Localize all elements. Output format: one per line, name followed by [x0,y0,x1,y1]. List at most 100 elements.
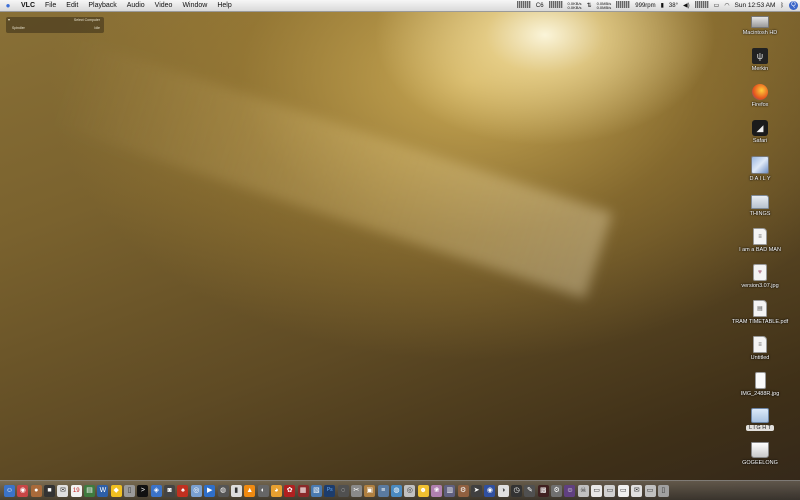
desktop-icon-untitled[interactable]: ≡ Untitled [720,336,800,361]
box-icon[interactable]: ▣ [364,484,376,497]
mail-icon[interactable]: ✉ [57,484,69,497]
film-icon[interactable]: ▩ [537,484,549,497]
smiley-icon[interactable]: ☻ [417,484,429,497]
disc-icon[interactable]: ◌ [337,484,349,497]
cd-icon[interactable]: ◎ [404,484,416,497]
cpu-monitor-icon[interactable] [516,1,531,10]
vlc-icon[interactable]: ▲ [244,484,256,497]
network-down: 0.0KB/s [567,4,582,10]
people-icon[interactable]: ☺ [564,484,576,497]
desktop-icon-things[interactable]: THINGS [720,192,800,217]
sphere-app-icon[interactable]: ● [30,484,42,497]
stack-icon[interactable]: ≡ [377,484,389,497]
wifi-icon[interactable]: ◠ [724,2,729,9]
quicktime-icon[interactable]: ▶ [204,484,216,497]
dark-app-icon[interactable]: ■ [44,484,56,497]
word-icon[interactable]: W [97,484,109,497]
desktop-icon-bad-man[interactable]: ≡ I am a BAD MAN [720,228,800,253]
grid-app-icon[interactable]: ▦ [297,484,309,497]
radio-icon[interactable]: ◍ [217,484,229,497]
ladybug-icon[interactable]: ✿ [284,484,296,497]
menu-edit[interactable]: Edit [61,2,83,9]
widget-computer-name: Spindler [12,26,25,30]
desktop-icon-safari[interactable]: ◢ Safari [720,120,800,144]
desktop-icon-daily[interactable]: D A I L Y [720,156,800,182]
network-icon[interactable]: ◈ [150,484,162,497]
gear-icon[interactable]: ⚙ [457,484,469,497]
duck-icon[interactable]: ◕ [270,484,282,497]
settings-icon[interactable]: ⚙ [551,484,563,497]
hard-drive-icon [751,16,769,28]
window-thumb-1-icon[interactable]: ▭ [591,484,603,497]
terminal-icon[interactable]: > [137,484,149,497]
preview-icon[interactable]: ▧ [310,484,322,497]
firefox-icon [752,84,768,100]
display-icon[interactable]: ▭ [714,2,720,9]
desktop-icon-label: D A I L Y [749,176,771,182]
window-thumb-4-icon[interactable]: ▭ [644,484,656,497]
menu-file[interactable]: File [40,2,61,9]
menu-window[interactable]: Window [177,2,212,9]
safari-dock-icon[interactable]: ◎ [190,484,202,497]
fan-speed[interactable]: 999rpm [635,3,655,9]
tools-icon[interactable]: ✂ [350,484,362,497]
ical-icon[interactable]: 19 [70,484,82,497]
desktop-icon-light[interactable]: L I G H T [720,406,800,431]
desktop-icon-label: Untitled [750,355,770,361]
brain-icon[interactable]: ❀ [431,484,442,497]
camera-icon[interactable]: ◙ [164,484,176,497]
desktop-icon-version3[interactable]: ♥ version3.07.jpg [720,264,800,289]
panda-icon[interactable]: ◑ [497,484,509,497]
menu-extras: C6 0.0KB/s 0.0KB/s ⇅ 0.0MB/s 0.0MB/s 999… [512,0,800,11]
trash-small-icon[interactable]: ▯ [124,484,136,497]
desktop-icon-label: THINGS [749,211,771,217]
cpu-label[interactable]: C6 [536,3,544,9]
pen-icon[interactable]: ✎ [524,484,536,497]
menu-playback[interactable]: Playback [83,2,121,9]
chart-app-icon[interactable]: ▥ [444,484,456,497]
mail-envelope-icon[interactable]: ✉ [631,484,643,497]
remote-icon[interactable]: ▮ [230,484,242,497]
desktop-icon-gogeelong[interactable]: GOGEELONG [720,442,800,466]
clock-icon[interactable]: ◷ [511,484,523,497]
battery-monitor-icon[interactable] [694,1,709,10]
globe-icon[interactable]: ◍ [390,484,402,497]
usb-drive-icon: ψ [752,48,768,64]
trash-icon[interactable]: ▯ [657,484,669,497]
window-thumb-2-icon[interactable]: ▭ [604,484,616,497]
photoshop-icon[interactable]: Ps [324,484,336,497]
disclosure-triangle-icon[interactable]: ▾ [8,17,10,22]
desktop-icon-firefox[interactable]: Firefox [720,84,800,108]
eye-icon[interactable]: ◉ [484,484,496,497]
desktop-icon-img-2488r[interactable]: IMG_2488R.jpg [720,372,800,397]
disk-stats[interactable]: 0.0MB/s 0.0MB/s [597,1,612,10]
rocket-icon[interactable]: ➤ [471,484,483,497]
utility-icon[interactable]: ▤ [84,484,96,497]
menu-audio[interactable]: Audio [122,2,150,9]
adium-icon[interactable]: ◆ [110,484,122,497]
menu-video[interactable]: Video [150,2,178,9]
desktop-icon-tram-timetable[interactable]: ▤ TRAM TIMETABLE.pdf [720,300,800,325]
finder-icon[interactable]: ☺ [4,484,15,497]
computer-widget[interactable]: ▾ Select Computer Spindler Idle [6,17,104,33]
activity-graph-icon[interactable] [548,1,563,10]
apple-menu-icon[interactable]: ● [0,1,16,10]
dashboard-icon[interactable]: ◉ [17,484,29,497]
folder-icon [751,408,769,423]
volume-icon[interactable]: ◀) [683,2,690,9]
skull-icon[interactable]: ☠ [577,484,589,497]
network-stats[interactable]: 0.0KB/s 0.0KB/s [567,1,582,10]
desktop-icon-macintosh-hd[interactable]: Macintosh HD [720,12,800,36]
menu-help[interactable]: Help [212,2,236,9]
temperature[interactable]: 38° [669,3,678,9]
red-app-icon[interactable]: ♠ [177,484,189,497]
window-thumb-3-icon[interactable]: ▭ [617,484,629,497]
clock[interactable]: Sun 12:53 AM [735,2,776,9]
menu-vlc[interactable]: VLC [16,2,40,9]
disk-graph-icon[interactable] [616,1,631,10]
spotlight-icon[interactable]: Q [789,1,798,10]
desktop-icon-label: Merkin [751,66,769,72]
bluetooth-icon[interactable]: ᛒ [780,3,784,9]
mouse-icon[interactable]: ◐ [257,484,269,497]
desktop-icon-merkin[interactable]: ψ Merkin [720,48,800,72]
